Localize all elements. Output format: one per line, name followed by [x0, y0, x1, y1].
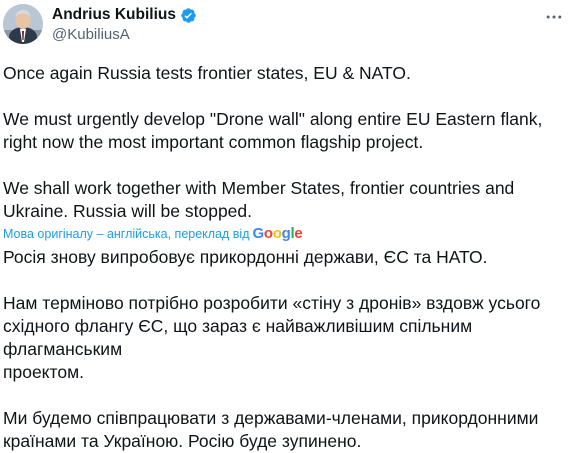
author-name[interactable]: Andrius Kubilius: [52, 6, 176, 24]
tweet-header: Andrius Kubilius @KubiliusA: [0, 0, 573, 52]
original-paragraph: We shall work together with Member State…: [3, 178, 520, 221]
avatar[interactable]: [3, 4, 43, 44]
avatar-image: [3, 4, 43, 44]
translation-notice[interactable]: Мова оригіналу – англійська, переклад ві…: [3, 224, 563, 244]
tweet-body: Once again Russia tests frontier states,…: [3, 62, 563, 453]
original-paragraph: We must urgently develop "Drone wall" al…: [3, 109, 548, 152]
translated-paragraph: Росія знову випробовує прикордонні держа…: [3, 247, 488, 267]
translated-paragraph: Нам терміново потрібно розробити «стіну …: [3, 293, 541, 382]
original-paragraph: Once again Russia tests frontier states,…: [3, 63, 411, 83]
translated-paragraph: Ми будемо співпрацювати з державами-член…: [3, 408, 539, 451]
verified-badge-icon[interactable]: [180, 7, 197, 24]
more-options-icon[interactable]: [543, 6, 565, 28]
google-logo: Google: [252, 225, 303, 242]
author-handle[interactable]: @KubiliusA: [52, 26, 130, 44]
translation-notice-label: Мова оригіналу – англійська, переклад ві…: [3, 227, 250, 241]
